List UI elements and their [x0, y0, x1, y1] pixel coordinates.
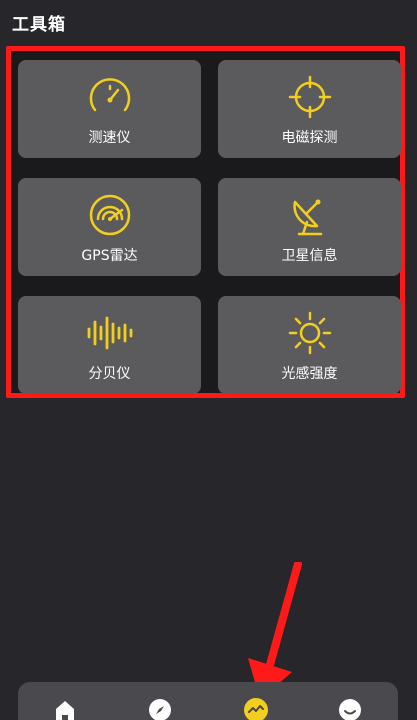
sun-brightness-icon: [288, 311, 331, 355]
toolbox-activity-icon[interactable]: [244, 698, 268, 720]
satellite-dish-icon: [292, 199, 322, 236]
tool-label: 测速仪: [88, 130, 131, 146]
tool-tile-decibel[interactable]: 分贝仪: [18, 296, 201, 394]
speedometer-icon: [89, 78, 130, 112]
tool-tile-gps-radar[interactable]: GPS雷达: [18, 178, 201, 276]
tool-label: 电磁探测: [281, 130, 338, 146]
pointer-arrow-icon: [248, 562, 302, 700]
compass-icon[interactable]: [148, 698, 172, 720]
bottom-nav: [18, 682, 398, 720]
tool-tile-electromagnetic[interactable]: 电磁探测: [218, 60, 401, 158]
tool-label: 卫星信息: [281, 248, 338, 264]
tool-tile-light-intensity[interactable]: 光感强度: [218, 296, 401, 394]
tools-screen: 工具箱 测速仪 电磁探测 GPS雷达 卫星信息 分贝仪 光感强度: [0, 0, 417, 720]
tool-tile-speedometer[interactable]: 测速仪: [18, 60, 201, 158]
crosshair-target-icon: [288, 75, 331, 119]
tool-tile-satellite[interactable]: 卫星信息: [218, 178, 401, 276]
smiley-profile-icon[interactable]: [338, 698, 362, 720]
home-icon[interactable]: [53, 698, 77, 720]
radar-gauge-icon: [89, 194, 130, 236]
page-title: 工具箱: [12, 15, 66, 35]
tool-label: 光感强度: [281, 366, 338, 382]
tool-label: 分贝仪: [88, 366, 131, 382]
tool-label: GPS雷达: [81, 248, 138, 264]
sound-wave-icon: [87, 316, 132, 350]
